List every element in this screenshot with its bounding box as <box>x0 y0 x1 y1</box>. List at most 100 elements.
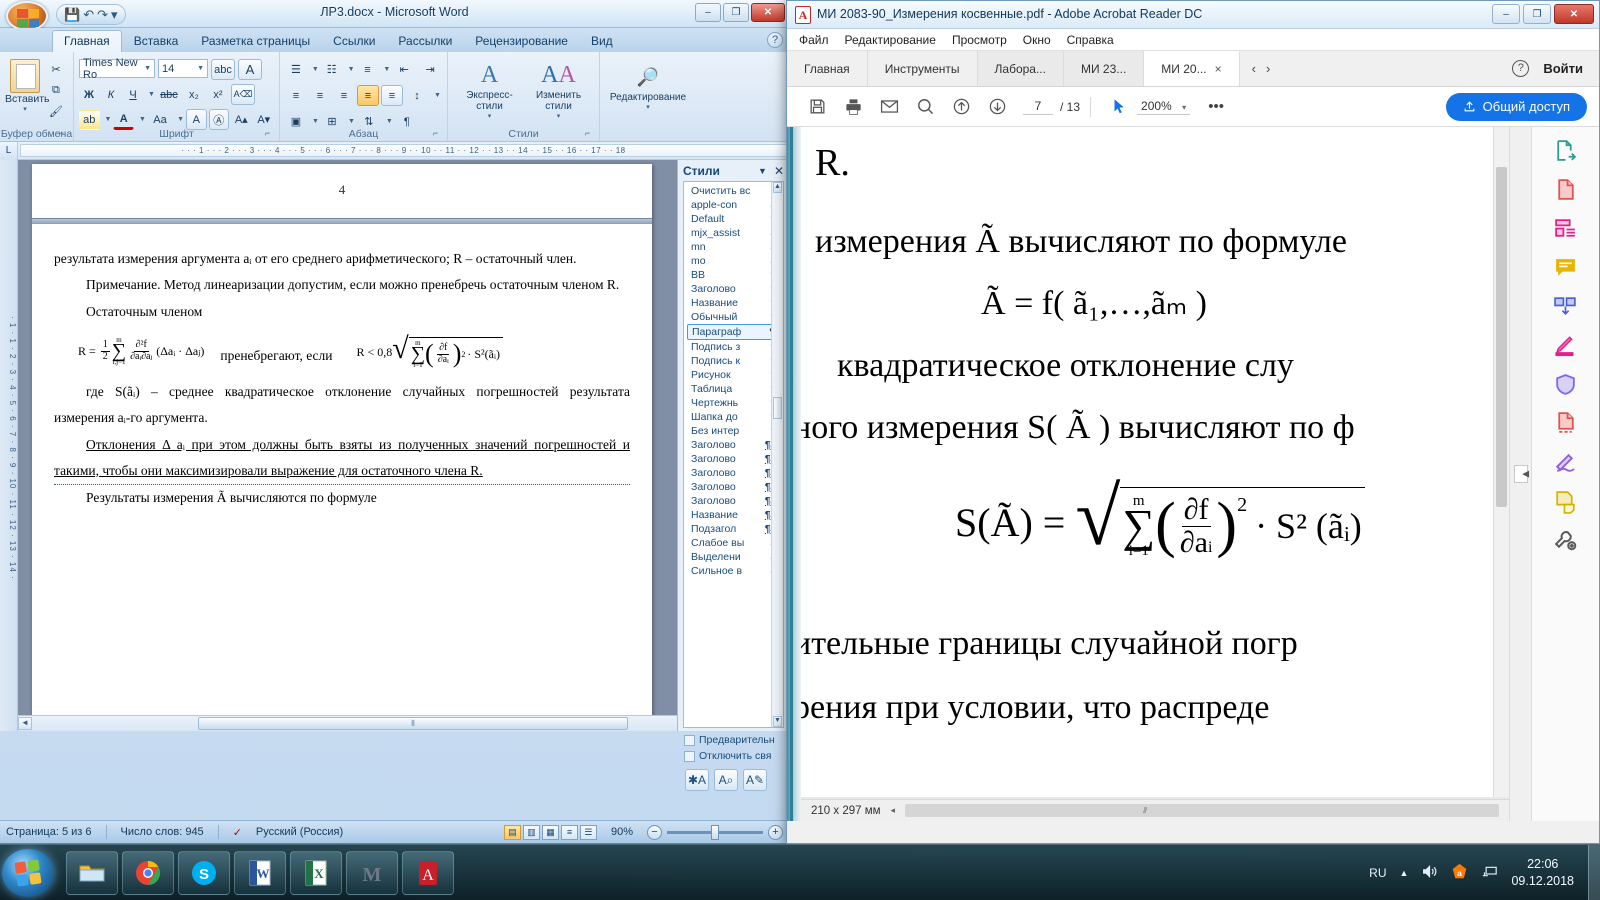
taskbar-skype-icon[interactable]: S <box>178 850 230 895</box>
acrobat-tab-home[interactable]: Главная <box>787 51 868 86</box>
pdf-horizontal-scrollbar[interactable]: ⦀ <box>905 804 1499 817</box>
tab-next-icon[interactable]: › <box>1266 61 1270 76</box>
zoom-out-button[interactable]: − <box>647 824 662 840</box>
tray-show-hidden-icon[interactable]: ▲ <box>1400 868 1409 878</box>
search-icon[interactable] <box>907 93 943 121</box>
menu-help[interactable]: Справка <box>1067 33 1114 47</box>
style-item[interactable]: Без интер¶ <box>687 424 780 438</box>
tab-glavnaya[interactable]: Главная <box>52 30 122 52</box>
tab-vid[interactable]: Вид <box>580 31 624 52</box>
case-caret-icon[interactable]: ▼ <box>177 116 184 123</box>
tab-ssylki[interactable]: Ссылки <box>322 31 386 52</box>
share-button[interactable]: Общий доступ <box>1445 92 1587 121</box>
taskbar-word-icon[interactable]: W <box>234 850 286 895</box>
style-item[interactable]: Параграф¶ <box>687 324 780 340</box>
text-box-icon[interactable]: A <box>186 109 207 130</box>
acrobat-left-rail[interactable] <box>787 127 801 821</box>
view-print-layout[interactable]: ▤ <box>503 824 521 840</box>
numbering-caret-icon[interactable]: ▼ <box>348 66 355 73</box>
collapse-triangle-icon[interactable]: ◀ <box>1522 469 1529 480</box>
highlight-icon[interactable] <box>1549 330 1583 360</box>
checkbox-preview[interactable]: Предварительн <box>678 732 789 748</box>
zoom-track[interactable] <box>667 824 763 840</box>
pdf-status-prev-arrow[interactable]: ◂ <box>891 805 896 816</box>
underline-caret-icon[interactable]: ▼ <box>148 91 155 98</box>
pdf-vertical-scrollbar[interactable] <box>1493 127 1509 797</box>
styles-pane-dropdown-icon[interactable]: ▼ <box>758 166 767 176</box>
view-web-layout[interactable]: ▦ <box>541 824 559 840</box>
acrobat-tab-close-icon[interactable]: × <box>1215 62 1222 76</box>
style-item[interactable]: mjx_assista <box>687 226 780 240</box>
style-item[interactable]: Слабое выa <box>687 536 780 550</box>
style-item[interactable]: Подзагол¶a <box>687 522 780 536</box>
style-item[interactable]: Сильное вa <box>687 564 780 578</box>
style-item[interactable]: Default¶ <box>687 212 780 226</box>
style-item[interactable]: apple-cona <box>687 198 780 212</box>
shrink-font-icon[interactable]: A▾ <box>254 110 275 130</box>
view-fullscreen-reading[interactable]: ▥ <box>522 824 540 840</box>
acrobat-tab-doc-2[interactable]: МИ 23... <box>1063 51 1145 86</box>
styles-dialog-launcher[interactable]: ⌐ <box>585 128 596 139</box>
cursor-icon[interactable] <box>1101 93 1137 121</box>
tab-razmetka[interactable]: Разметка страницы <box>190 31 321 52</box>
acrobat-pdf-viewport[interactable]: R. измерения Ã вычисляют по формуле Ã = … <box>801 127 1509 821</box>
acrobat-maximize-button[interactable]: ❐ <box>1523 4 1551 24</box>
styles-list-scrollbar[interactable]: ▲ ▼ <box>771 182 783 727</box>
menu-file[interactable]: Файл <box>799 33 829 47</box>
paragraph-dialog-launcher[interactable]: ⌐ <box>433 128 444 139</box>
multilevel-caret-icon[interactable]: ▼ <box>383 66 390 73</box>
style-item[interactable]: BB¶ <box>687 268 780 282</box>
paste-button-label[interactable]: Вставить <box>5 93 50 105</box>
print-icon[interactable] <box>835 93 871 121</box>
start-orb-icon[interactable] <box>2 848 54 897</box>
clear-formatting-icon[interactable]: abc <box>211 59 235 80</box>
arrow-down-circle-icon[interactable] <box>979 93 1015 121</box>
format-painter-icon[interactable]: 🖌 <box>48 104 64 119</box>
justify-icon[interactable]: ≡ <box>357 85 379 106</box>
multilevel-list-icon[interactable]: ≡ <box>357 59 379 80</box>
comment-icon[interactable] <box>1549 252 1583 282</box>
styles-scroll-down[interactable]: ▼ <box>773 716 782 727</box>
style-item[interactable]: Таблица¶ <box>687 382 780 396</box>
word-maximize-button[interactable]: ❐ <box>723 3 749 22</box>
text-effects-icon[interactable]: A <box>238 59 262 80</box>
document-horizontal-scrollbar[interactable]: ◄ ⦀ ► <box>18 715 789 731</box>
line-spacing-caret-icon[interactable]: ▼ <box>434 92 441 99</box>
borders-caret-icon[interactable]: ▼ <box>348 118 355 125</box>
sign-in-button[interactable]: Войти <box>1543 61 1583 76</box>
style-item[interactable]: Шапка до¶ <box>687 410 780 424</box>
tab-rassylki[interactable]: Рассылки <box>387 31 463 52</box>
organize-pages-icon[interactable] <box>1549 213 1583 243</box>
styles-scroll-up[interactable]: ▲ <box>773 182 782 193</box>
manage-styles-button[interactable]: A✎ <box>743 769 767 791</box>
menu-view[interactable]: Просмотр <box>952 33 1007 47</box>
zoom-knob[interactable] <box>711 824 719 840</box>
combine-files-icon[interactable] <box>1549 291 1583 321</box>
disable-link-checkbox-box[interactable] <box>684 750 695 762</box>
pdf-page[interactable]: R. измерения Ã вычисляют по формуле Ã = … <box>801 127 1493 797</box>
style-item[interactable]: Заголово¶a <box>687 466 780 480</box>
checkbox-disable-link[interactable]: Отключить свя <box>678 748 789 764</box>
italic-button[interactable]: К <box>101 85 121 105</box>
preview-checkbox-box[interactable] <box>684 734 695 746</box>
email-icon[interactable] <box>871 93 907 121</box>
quick-styles-label[interactable]: Экспресс-стили <box>459 90 521 112</box>
zoom-in-button[interactable]: + <box>768 824 783 840</box>
strikethrough-button[interactable]: abc <box>157 85 181 105</box>
style-item[interactable]: Подпись з¶ <box>687 340 780 354</box>
zoom-caret-icon[interactable]: ▾ <box>1182 103 1186 112</box>
zoom-slider[interactable]: − + <box>647 824 783 840</box>
text-highlight-icon[interactable]: ab <box>79 109 100 130</box>
create-pdf-icon[interactable] <box>1549 174 1583 204</box>
subscript-button[interactable]: x₂ <box>183 85 205 105</box>
pdf-scroll-thumb[interactable] <box>1496 167 1507 507</box>
proofing-status-icon[interactable]: ✓ <box>233 826 242 839</box>
grow-font-icon[interactable]: A▴ <box>231 110 252 130</box>
acrobat-close-button[interactable]: ✕ <box>1554 4 1594 24</box>
tab-vstavka[interactable]: Вставка <box>123 31 190 52</box>
superscript-button[interactable]: x² <box>207 85 229 105</box>
style-item[interactable]: Заголово¶a <box>687 452 780 466</box>
word-help-icon[interactable]: ? <box>767 32 783 48</box>
page-number-input[interactable]: 7 <box>1023 99 1053 115</box>
tab-prev-icon[interactable]: ‹ <box>1252 61 1256 76</box>
